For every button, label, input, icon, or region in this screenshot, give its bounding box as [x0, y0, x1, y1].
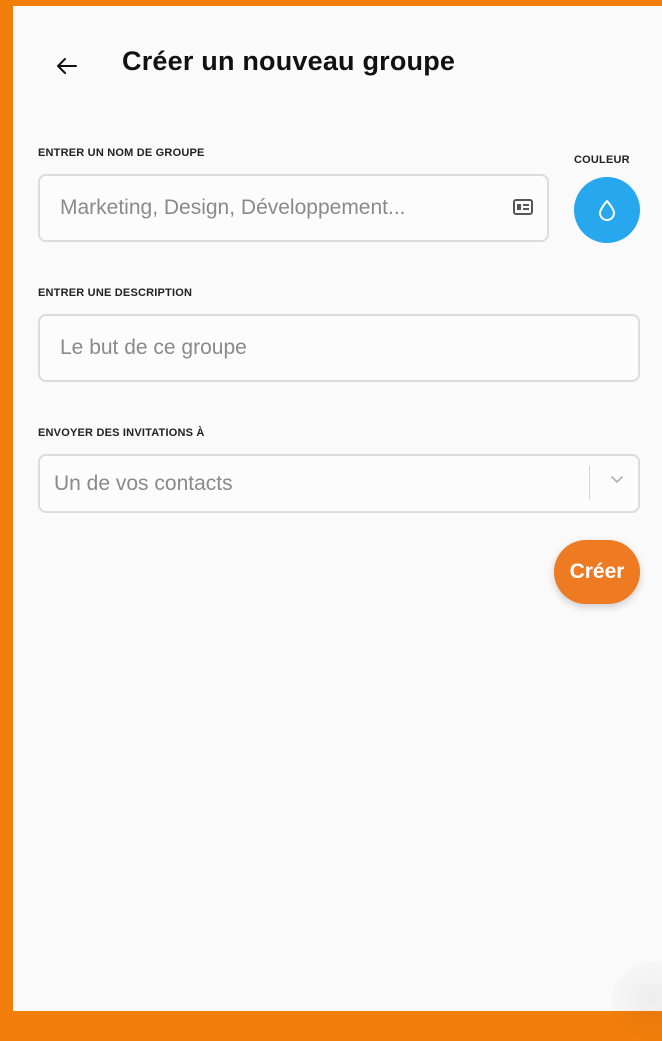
droplet-icon: [599, 200, 615, 221]
group-name-label: ENTRER UN NOM DE GROUPE: [38, 147, 205, 159]
chevron-down-icon[interactable]: [610, 475, 624, 485]
group-name-field: [38, 174, 549, 242]
page-title: Créer un nouveau groupe: [122, 46, 456, 76]
back-button[interactable]: [53, 52, 81, 80]
contact-card-icon: [513, 199, 533, 215]
description-label: ENTRER UNE DESCRIPTION: [38, 287, 193, 299]
arrow-left-icon: [57, 58, 77, 74]
corner-shadow: [612, 961, 662, 1041]
description-input[interactable]: [60, 316, 588, 380]
create-button[interactable]: Créer: [554, 540, 640, 604]
description-field: [38, 314, 640, 382]
select-divider: [589, 466, 590, 500]
color-label: COULEUR: [574, 154, 630, 166]
invitations-label: ENVOYER DES INVITATIONS À: [38, 427, 205, 439]
invitations-select[interactable]: Un de vos contacts: [38, 454, 640, 513]
app-screen: Créer un nouveau groupe ENTRER UN NOM DE…: [13, 6, 662, 1041]
color-picker-button[interactable]: [574, 177, 640, 243]
group-name-input[interactable]: [60, 176, 497, 240]
invitations-placeholder: Un de vos contacts: [54, 471, 233, 495]
